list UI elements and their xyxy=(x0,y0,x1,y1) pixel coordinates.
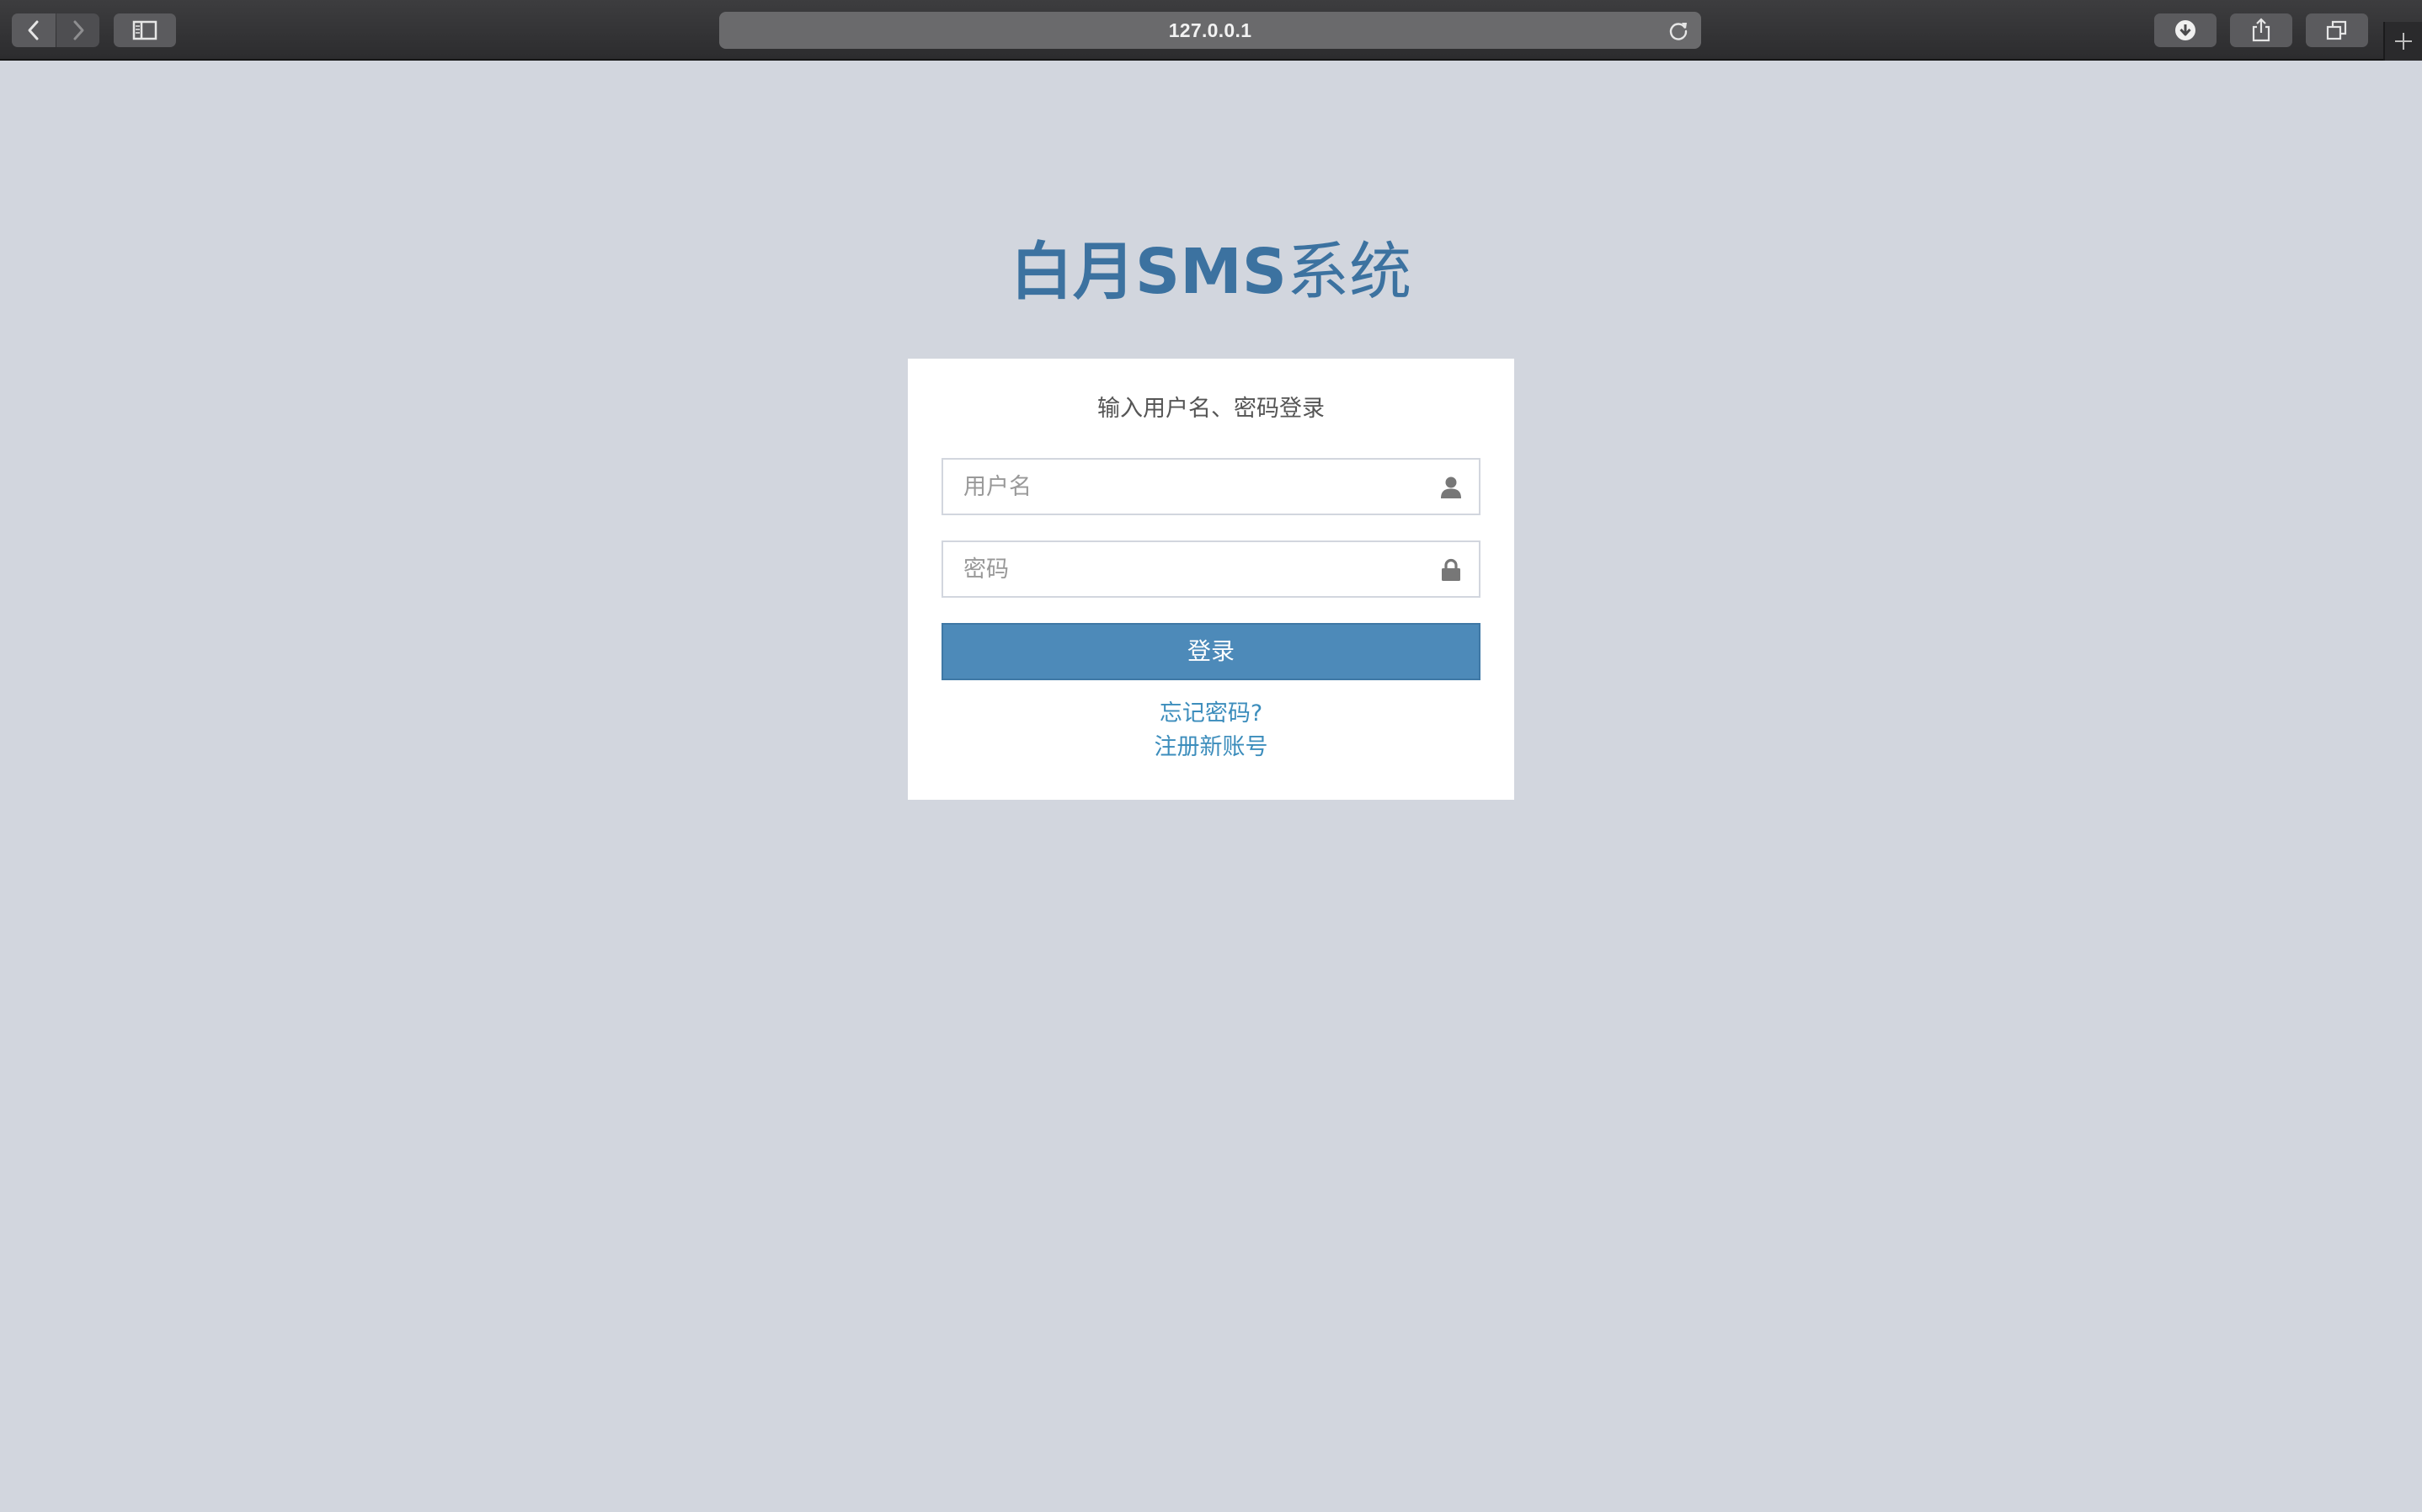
back-button[interactable] xyxy=(12,13,56,47)
user-icon xyxy=(1441,476,1461,498)
login-button[interactable]: 登录 xyxy=(942,623,1480,680)
browser-toolbar: 127.0.0.1 xyxy=(0,0,2422,61)
tabs-icon xyxy=(2326,20,2347,40)
chevron-right-icon xyxy=(73,20,83,40)
lock-icon xyxy=(1442,558,1460,581)
chevron-left-icon xyxy=(28,20,39,40)
login-box: 输入用户名、密码登录 登录 忘记密码? 注册新账号 xyxy=(908,359,1514,800)
show-tabs-button[interactable] xyxy=(2306,13,2368,47)
address-bar[interactable]: 127.0.0.1 xyxy=(719,12,1701,49)
url-text: 127.0.0.1 xyxy=(1168,19,1252,41)
forgot-password-link[interactable]: 忘记密码? xyxy=(908,697,1514,731)
username-input[interactable] xyxy=(943,460,1415,514)
download-icon xyxy=(2175,20,2195,40)
share-button[interactable] xyxy=(2230,13,2292,47)
password-input[interactable] xyxy=(943,542,1415,596)
logo-light-text: 系统 xyxy=(1287,236,1412,308)
reload-icon[interactable] xyxy=(1667,19,1689,41)
plus-icon xyxy=(2395,33,2412,50)
share-icon xyxy=(2252,18,2270,42)
downloads-button[interactable] xyxy=(2154,13,2217,47)
logo-bold-text: 白月SMS xyxy=(1010,236,1288,308)
sidebar-button[interactable] xyxy=(114,13,176,47)
login-message: 输入用户名、密码登录 xyxy=(1097,396,1325,422)
username-field xyxy=(942,458,1480,515)
sidebar-icon xyxy=(132,20,157,40)
login-logo: 白月SMS系统 xyxy=(0,226,2422,318)
new-tab-button[interactable] xyxy=(2383,22,2422,61)
forward-button[interactable] xyxy=(56,13,99,47)
register-link[interactable]: 注册新账号 xyxy=(908,731,1514,764)
password-field xyxy=(942,540,1480,598)
